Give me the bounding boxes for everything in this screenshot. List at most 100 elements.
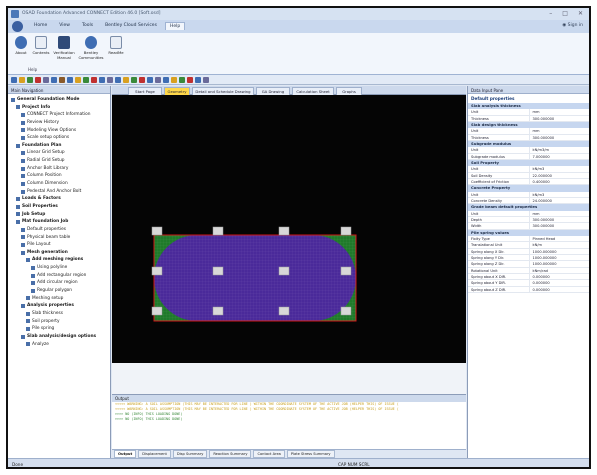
toolbar-tool-icon[interactable]: [203, 77, 209, 83]
property-value[interactable]: 0.000000: [528, 286, 590, 292]
tree-item-add-rectangular-region[interactable]: Add rectangular region: [9, 272, 109, 280]
property-value[interactable]: kNm/rad: [528, 267, 590, 273]
tree-item-slab-thickness[interactable]: Slab thickness: [9, 310, 109, 318]
property-value[interactable]: mm: [528, 109, 590, 115]
contents-button[interactable]: Contents: [30, 36, 52, 56]
column-marker[interactable]: [340, 266, 352, 276]
column-marker[interactable]: [340, 306, 352, 316]
tree-item-mat-foundation-job[interactable]: Mat foundation Job: [9, 218, 109, 226]
toolbar-tool-icon[interactable]: [99, 77, 105, 83]
property-value[interactable]: 24.000000: [528, 197, 590, 204]
property-value[interactable]: 300.000000: [528, 115, 590, 121]
toolbar-tool-icon[interactable]: [75, 77, 81, 83]
document-tab-calculation-sheet[interactable]: Calculation Sheet: [292, 87, 334, 95]
tree-item-loads-factors[interactable]: Loads & Factors: [9, 195, 109, 203]
toolbar-tool-icon[interactable]: [163, 77, 169, 83]
toolbar-tool-icon[interactable]: [187, 77, 193, 83]
tree-item-pile-layout[interactable]: Pile Layout: [9, 241, 109, 249]
output-tab-output[interactable]: Output: [114, 450, 137, 458]
readme-button[interactable]: ReadMe: [105, 36, 127, 56]
document-tab-graphs[interactable]: Graphs: [336, 87, 362, 95]
toolbar-tool-icon[interactable]: [35, 77, 41, 83]
toolbar-tool-icon[interactable]: [83, 77, 89, 83]
tree-item-mesh-generation[interactable]: Mesh generation: [9, 249, 109, 257]
toolbar-tool-icon[interactable]: [171, 77, 177, 83]
tree-item-add-circular-region[interactable]: Add circular region: [9, 279, 109, 287]
property-value[interactable]: kN/m3/m: [528, 147, 590, 153]
property-value[interactable]: mm: [528, 210, 590, 216]
toolbar-tool-icon[interactable]: [115, 77, 121, 83]
tree-item-soil-property[interactable]: Soil property: [9, 318, 109, 326]
minimize-button[interactable]: –: [549, 10, 552, 17]
property-value[interactable]: 1000.000000: [528, 261, 590, 267]
column-marker[interactable]: [212, 226, 224, 236]
toolbar-tool-icon[interactable]: [51, 77, 57, 83]
property-value[interactable]: 0.000000: [528, 280, 590, 286]
tree-item-modeling-view-options[interactable]: Modeling View Options: [9, 127, 109, 135]
toolbar-tool-icon[interactable]: [43, 77, 49, 83]
tree-item-linear-grid-setup[interactable]: Linear Grid Setup: [9, 149, 109, 157]
tree-item-connect-project-information[interactable]: CONNECT Project Information: [9, 111, 109, 119]
property-value[interactable]: Pinned Head: [528, 235, 590, 242]
tree-item-physical-beam-table[interactable]: Physical beam table: [9, 234, 109, 242]
toolbar-tool-icon[interactable]: [123, 77, 129, 83]
property-value[interactable]: 1000.000000: [528, 254, 590, 261]
column-marker[interactable]: [212, 266, 224, 276]
column-marker[interactable]: [151, 226, 163, 236]
property-value[interactable]: 1000.000000: [528, 248, 590, 254]
document-tab-ga-drawing[interactable]: GA Drawing: [256, 87, 290, 95]
tree-item-default-properties[interactable]: Default properties: [9, 226, 109, 234]
toolbar-tool-icon[interactable]: [139, 77, 145, 83]
tree-item-radial-grid-setup[interactable]: Radial Grid Setup: [9, 157, 109, 165]
column-marker[interactable]: [151, 306, 163, 316]
tree-item-pedestal-and-anchor-bolt[interactable]: Pedestal And Anchor Bolt: [9, 188, 109, 196]
document-tab-geometry[interactable]: Geometry: [164, 87, 190, 95]
verification-manual-button[interactable]: Verification Manual: [51, 36, 77, 60]
toolbar-tool-icon[interactable]: [155, 77, 161, 83]
property-value[interactable]: 0.000000: [528, 273, 590, 280]
property-value[interactable]: 300.000000: [528, 216, 590, 223]
toolbar-tool-icon[interactable]: [179, 77, 185, 83]
bentley-communities-button[interactable]: Bentley Communities: [78, 36, 104, 60]
tree-item-scale-setup-options[interactable]: Scale setup options: [9, 134, 109, 142]
toolbar-tool-icon[interactable]: [147, 77, 153, 83]
tree-item-pile-spring[interactable]: Pile spring: [9, 325, 109, 333]
tree-item-general-foundation-mode[interactable]: General Foundation Mode: [9, 96, 109, 104]
column-marker[interactable]: [278, 306, 290, 316]
tree-item-column-dimension[interactable]: Column Dimension: [9, 180, 109, 188]
document-tab-start-page[interactable]: Start Page: [128, 87, 162, 95]
sign-in-link[interactable]: ◉ Sign in: [562, 23, 583, 28]
property-value[interactable]: 300.000000: [528, 134, 590, 140]
ribbon-tab-tools[interactable]: Tools: [78, 22, 97, 30]
toolbar-tool-icon[interactable]: [91, 77, 97, 83]
toolbar-tool-icon[interactable]: [27, 77, 33, 83]
tree-item-meshing-setup[interactable]: Meshing setup: [9, 295, 109, 303]
output-tab-contact-area[interactable]: Contact Area: [253, 450, 285, 458]
toolbar-tool-icon[interactable]: [19, 77, 25, 83]
property-value[interactable]: 0.400000: [528, 178, 590, 185]
tree-item-using-polyline[interactable]: Using polyline: [9, 264, 109, 272]
column-marker[interactable]: [212, 306, 224, 316]
column-marker[interactable]: [340, 226, 352, 236]
document-tab-detail-and-schedule-drawing[interactable]: Detail and Schedule Drawing: [192, 87, 254, 95]
tree-item-soil-properties[interactable]: Soil Properties: [9, 203, 109, 211]
toolbar-tool-icon[interactable]: [67, 77, 73, 83]
application-menu-button[interactable]: [12, 21, 23, 32]
toolbar-tool-icon[interactable]: [131, 77, 137, 83]
tree-item-analysis-properties[interactable]: Analysis properties: [9, 302, 109, 310]
toolbar-tool-icon[interactable]: [195, 77, 201, 83]
geometry-canvas[interactable]: [112, 95, 466, 363]
ribbon-tab-home[interactable]: Home: [30, 22, 51, 30]
column-marker[interactable]: [151, 266, 163, 276]
output-tab-displacement[interactable]: Displacement: [138, 450, 171, 458]
output-tab-reaction-summary[interactable]: Reaction Summary: [209, 450, 252, 458]
property-value[interactable]: mm: [528, 128, 590, 134]
toolbar-tool-icon[interactable]: [107, 77, 113, 83]
tree-item-regular-polygon[interactable]: Regular polygon: [9, 287, 109, 295]
property-value[interactable]: kN/m3: [528, 166, 590, 172]
property-value[interactable]: 7.000000: [528, 153, 590, 159]
tree-item-review-history[interactable]: Review History: [9, 119, 109, 127]
tree-item-add-meshing-regions[interactable]: Add meshing regions: [9, 256, 109, 264]
output-tab-plate-stress-summary[interactable]: Plate Stress Summary: [286, 450, 335, 458]
property-value[interactable]: kN/m: [528, 242, 590, 248]
